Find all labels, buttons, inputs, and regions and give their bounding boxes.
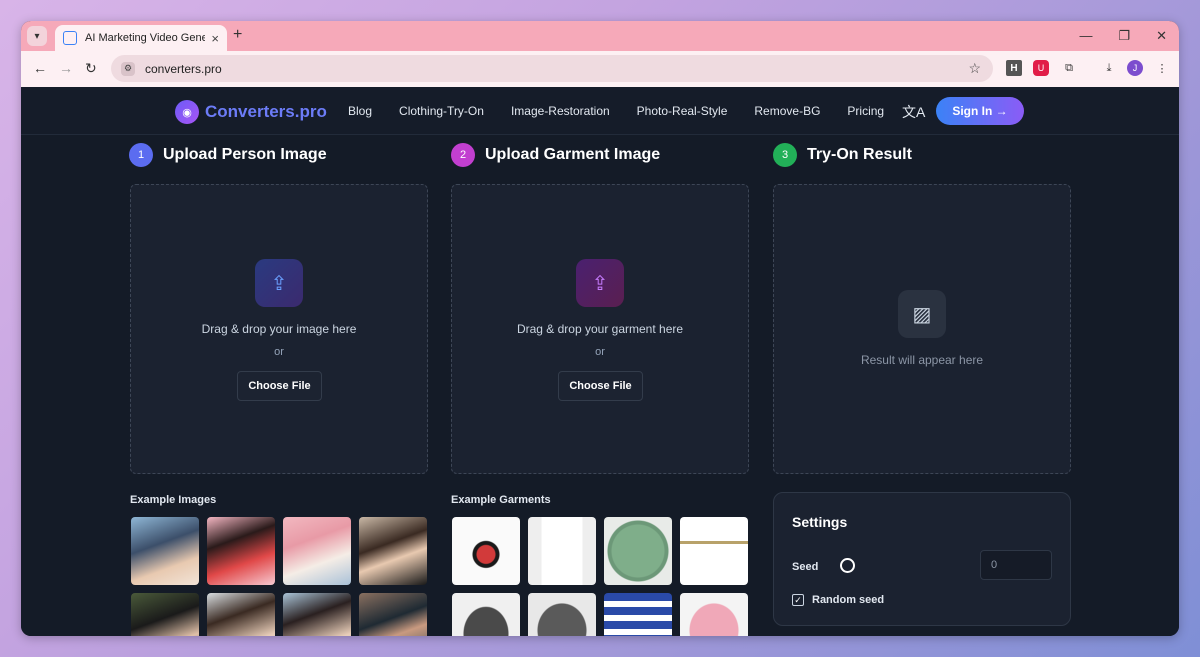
forward-icon[interactable]: → (59, 60, 73, 76)
translate-icon[interactable]: 文A (902, 102, 925, 122)
upload-icon: ⇪ (576, 259, 624, 307)
upload-icon: ⇪ (255, 259, 303, 307)
logo-icon: ◉ (175, 100, 199, 124)
example-garment[interactable] (452, 593, 520, 636)
section-result-header: 3 Try-On Result (773, 143, 912, 167)
dropzone-or: or (595, 346, 605, 358)
example-image[interactable] (131, 517, 199, 585)
nav-link-clothing-try-on[interactable]: Clothing-Try-On (399, 104, 484, 118)
random-seed-label: Random seed (812, 594, 885, 606)
example-images-label: Example Images (130, 494, 217, 506)
browser-toolbar: ← → ↻ ⚙ converters.pro ☆ H U ⧉ ⤓ J ⋮ (21, 51, 1179, 87)
reload-icon[interactable]: ↻ (85, 60, 97, 77)
example-garment[interactable] (680, 593, 748, 636)
minimize-icon[interactable]: — (1079, 28, 1092, 44)
result-placeholder-text: Result will appear here (860, 353, 984, 367)
section-title: Try-On Result (807, 146, 912, 163)
dropzone-text: Drag & drop your image here (201, 322, 357, 336)
example-garment[interactable] (680, 517, 748, 585)
new-tab-icon[interactable]: + (233, 26, 242, 44)
profile-avatar[interactable]: J (1127, 60, 1143, 76)
bookmark-star-icon[interactable]: ☆ (968, 60, 981, 77)
back-icon[interactable]: ← (33, 60, 47, 76)
example-image[interactable] (283, 517, 351, 585)
nav-link-image-restoration[interactable]: Image-Restoration (511, 104, 610, 118)
example-garments-label: Example Garments (451, 494, 551, 506)
example-garment[interactable] (528, 517, 596, 585)
tab-close-icon[interactable]: × (211, 31, 219, 46)
nav-link-photo-real-style[interactable]: Photo-Real-Style (637, 104, 728, 118)
restore-icon[interactable]: ❐ (1118, 28, 1130, 44)
example-image[interactable] (207, 593, 275, 636)
page-content: ◉ Converters.pro Blog Clothing-Try-On Im… (21, 87, 1179, 636)
nav-link-blog[interactable]: Blog (348, 104, 372, 118)
result-panel: ▨ Result will appear here (773, 184, 1071, 474)
example-image[interactable] (283, 593, 351, 636)
logo-text: Converters.pro (205, 102, 327, 121)
tab-search-icon[interactable]: ▾ (27, 26, 47, 46)
extensions-puzzle-icon[interactable]: ⧉ (1061, 60, 1077, 76)
site-navbar: ◉ Converters.pro Blog Clothing-Try-On Im… (21, 87, 1179, 135)
nav-link-remove-bg[interactable]: Remove-BG (754, 104, 820, 118)
step-badge: 2 (451, 143, 475, 167)
settings-panel: Settings Seed 0 ✓ Random seed (773, 492, 1071, 626)
extension-h-icon[interactable]: H (1006, 60, 1022, 76)
example-garments-grid (452, 517, 748, 636)
choose-file-button[interactable]: Choose File (237, 371, 322, 401)
example-images-grid (131, 517, 427, 636)
seed-label: Seed (792, 561, 819, 573)
settings-title: Settings (792, 514, 848, 530)
tab-favicon-icon (63, 31, 77, 45)
seed-slider-handle[interactable] (840, 558, 855, 573)
garment-dropzone[interactable]: ⇪ Drag & drop your garment here or Choos… (451, 184, 749, 474)
browser-window: ▾ AI Marketing Video Generator | × + — ❐… (21, 21, 1179, 636)
browser-menu-icon[interactable]: ⋮ (1154, 60, 1170, 76)
example-garment[interactable] (604, 517, 672, 585)
random-seed-checkbox[interactable]: ✓ (792, 594, 804, 606)
example-image[interactable] (207, 517, 275, 585)
window-controls: — ❐ ✕ (1079, 28, 1167, 44)
image-placeholder-icon: ▨ (898, 290, 946, 338)
section-garment-header: 2 Upload Garment Image (451, 143, 660, 167)
site-info-icon[interactable]: ⚙ (121, 61, 135, 76)
example-image[interactable] (359, 593, 427, 636)
section-title: Upload Person Image (163, 146, 327, 163)
example-garment[interactable] (604, 593, 672, 636)
section-title: Upload Garment Image (485, 146, 661, 163)
seed-input[interactable]: 0 (980, 550, 1052, 580)
tab-title: AI Marketing Video Generator | (85, 32, 206, 44)
sign-in-button[interactable]: Sign In → (936, 97, 1024, 125)
tab-strip: ▾ AI Marketing Video Generator | × + — ❐… (21, 21, 1179, 51)
browser-tab[interactable]: AI Marketing Video Generator | × (55, 25, 227, 51)
choose-file-button[interactable]: Choose File (558, 371, 643, 401)
section-person-header: 1 Upload Person Image (129, 143, 327, 167)
url-text: converters.pro (145, 61, 222, 76)
download-icon[interactable]: ⤓ (1101, 60, 1117, 76)
site-logo[interactable]: ◉ Converters.pro (175, 100, 327, 124)
example-garment[interactable] (528, 593, 596, 636)
dropzone-or: or (274, 346, 284, 358)
dropzone-text: Drag & drop your garment here (516, 322, 684, 336)
example-garment[interactable] (452, 517, 520, 585)
step-badge: 3 (773, 143, 797, 167)
nav-link-pricing[interactable]: Pricing (847, 104, 884, 118)
nav-links: Blog Clothing-Try-On Image-Restoration P… (348, 104, 911, 118)
example-image[interactable] (131, 593, 199, 636)
extension-shield-icon[interactable]: U (1033, 60, 1049, 76)
person-dropzone[interactable]: ⇪ Drag & drop your image here or Choose … (130, 184, 428, 474)
example-image[interactable] (359, 517, 427, 585)
step-badge: 1 (129, 143, 153, 167)
address-bar[interactable]: ⚙ converters.pro ☆ (111, 55, 993, 82)
close-window-icon[interactable]: ✕ (1156, 28, 1167, 44)
